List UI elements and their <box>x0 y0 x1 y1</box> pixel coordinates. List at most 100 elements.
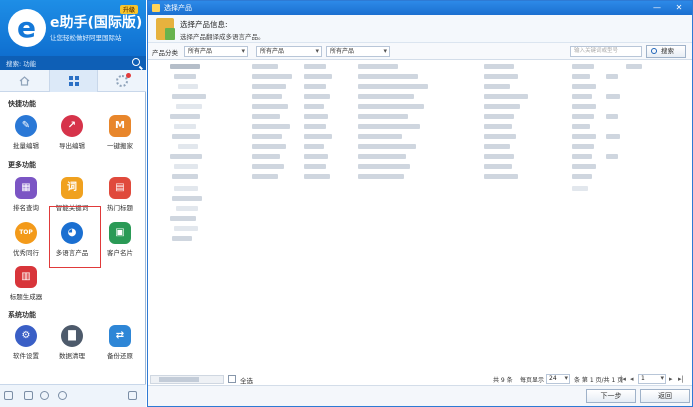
tool-customer-cards[interactable]: ▣ 客户名片 <box>103 222 137 262</box>
tool-title-generator[interactable]: ▥ 标题生成器 <box>9 266 43 306</box>
list-item[interactable] <box>148 112 692 121</box>
category-select-2[interactable]: 所有产品 <box>256 46 322 57</box>
selected-tool-highlight <box>49 206 101 268</box>
tool-label: 软件设置 <box>13 352 39 360</box>
menu-icon[interactable] <box>4 391 13 400</box>
keyword-search-input[interactable]: 输入关键词或型号 <box>570 46 642 57</box>
tool-export-edit[interactable]: ↗ 导出编辑 <box>55 115 89 155</box>
filter-bar: 产品分类 所有产品 所有产品 所有产品 输入关键词或型号 搜索 <box>148 43 692 59</box>
tool-backup-restore[interactable]: ⇄ 备份还原 <box>103 325 137 365</box>
search-icon[interactable] <box>132 58 140 66</box>
dialog-title: 选择产品 <box>164 4 192 12</box>
title-icon: ▤ <box>109 177 131 199</box>
tool-label: 客户名片 <box>107 249 133 257</box>
generator-icon: ▥ <box>15 266 37 288</box>
refresh-icon[interactable] <box>40 391 49 400</box>
next-step-button[interactable]: 下一步 <box>586 389 636 403</box>
tool-one-click-move[interactable]: M 一键搬家 <box>103 115 137 155</box>
window-icon[interactable] <box>128 391 137 400</box>
category-select-3[interactable]: 所有产品 <box>326 46 390 57</box>
function-search[interactable]: 搜索: 功能 <box>0 56 146 70</box>
chart-icon: ▦ <box>15 177 37 199</box>
close-button[interactable]: ✕ <box>670 1 688 15</box>
card-icon: ▣ <box>109 222 131 244</box>
app-root: e e助手(国际版) 升级 让您轻松做好阿里国际站 搜索: 功能 快捷功能 ✎ … <box>0 0 693 407</box>
last-page-icon[interactable]: ▸| <box>678 375 684 383</box>
tab-tools[interactable] <box>49 70 98 92</box>
list-item[interactable] <box>148 82 692 91</box>
page-info: 条 第 1 页/共 1 页 <box>574 377 624 384</box>
tool-label: 导出编辑 <box>59 142 85 150</box>
list-item[interactable] <box>148 162 692 171</box>
list-item[interactable] <box>148 152 692 161</box>
tool-software-settings[interactable]: ⚙ 软件设置 <box>9 325 43 365</box>
list-item[interactable] <box>148 142 692 151</box>
tool-batch-edit[interactable]: ✎ 批量编辑 <box>9 115 43 155</box>
list-item[interactable] <box>148 122 692 131</box>
dialog-footer: 下一步 返回 <box>148 385 692 406</box>
tool-label: 热门标题 <box>107 204 133 212</box>
pagination-bar: 全选 共 9 条 每页显示 24 条 第 1 页/共 1 页 |◂ ◂ 1 ▸ … <box>148 372 692 385</box>
list-item[interactable] <box>148 132 692 141</box>
select-all-checkbox[interactable] <box>228 375 236 383</box>
list-item[interactable] <box>148 102 692 111</box>
upgrade-badge[interactable]: 升级 <box>120 5 139 14</box>
section-quick: 快捷功能 <box>8 100 36 108</box>
search-button-label: 搜索 <box>661 47 674 55</box>
tab-home[interactable] <box>0 70 49 92</box>
list-item[interactable] <box>148 62 692 71</box>
help-icon[interactable] <box>58 391 67 400</box>
section-more: 更多功能 <box>8 161 36 169</box>
back-button[interactable]: 返回 <box>640 389 690 403</box>
category-label: 产品分类 <box>152 49 178 57</box>
next-page-icon[interactable]: ▸ <box>669 375 673 383</box>
left-bottom-bar <box>0 384 146 407</box>
tool-label: 排名查询 <box>13 204 39 212</box>
export-icon: ↗ <box>61 115 83 137</box>
keyword-icon: 词 <box>61 177 83 199</box>
tool-label: 一键搬家 <box>107 142 133 150</box>
tab-settings[interactable] <box>98 70 147 92</box>
home-icon <box>19 76 30 86</box>
brand-title: e助手(国际版) <box>50 15 143 31</box>
tool-label: 标题生成器 <box>9 293 43 301</box>
tool-label: 优秀同行 <box>13 249 39 257</box>
grid-icon <box>69 76 79 86</box>
page-select[interactable]: 1 <box>638 374 666 384</box>
product-icon <box>156 18 175 40</box>
logo-icon: e <box>8 9 46 47</box>
section-system: 系统功能 <box>8 311 36 319</box>
select-all-label: 全选 <box>240 377 253 385</box>
tool-rank-query[interactable]: ▦ 排名查询 <box>9 177 43 217</box>
backup-icon: ⇄ <box>109 325 131 347</box>
function-search-text[interactable]: 搜索: 功能 <box>6 58 36 68</box>
info-header: 选择产品信息: 选择产品翻译成多语言产品。 <box>148 15 692 43</box>
tool-hot-titles[interactable]: ▤ 热门标题 <box>103 177 137 217</box>
list-item[interactable] <box>148 72 692 81</box>
trash-icon: ▇ <box>61 325 83 347</box>
gear-icon <box>116 73 131 87</box>
pencil-icon: ✎ <box>15 115 37 137</box>
first-page-icon[interactable]: |◂ <box>620 375 626 383</box>
tool-label: 批量编辑 <box>13 142 39 150</box>
message-icon[interactable] <box>24 391 33 400</box>
info-description: 选择产品翻译成多语言产品。 <box>180 33 265 41</box>
per-page-select[interactable]: 24 <box>546 374 570 384</box>
tool-premium-ranking[interactable]: TOP 优秀同行 <box>9 222 43 262</box>
nav-tabs <box>0 70 146 92</box>
tool-label: 备份还原 <box>107 352 133 360</box>
category-select-1[interactable]: 所有产品 <box>184 46 248 57</box>
left-panel: e e助手(国际版) 升级 让您轻松做好阿里国际站 搜索: 功能 快捷功能 ✎ … <box>0 0 146 407</box>
list-item[interactable] <box>148 172 692 181</box>
tool-data-cleanup[interactable]: ▇ 数据清理 <box>55 325 89 365</box>
per-page-label: 每页显示 <box>520 377 545 384</box>
move-icon: M <box>109 115 131 137</box>
list-item[interactable] <box>148 92 692 101</box>
prev-page-icon[interactable]: ◂ <box>630 375 634 383</box>
app-icon <box>152 4 160 12</box>
brand-subtitle: 让您轻松做好阿里国际站 <box>50 34 122 42</box>
search-icon <box>651 48 657 54</box>
settings-icon: ⚙ <box>15 325 37 347</box>
search-button[interactable]: 搜索 <box>646 45 686 58</box>
minimize-button[interactable]: — <box>648 1 666 15</box>
